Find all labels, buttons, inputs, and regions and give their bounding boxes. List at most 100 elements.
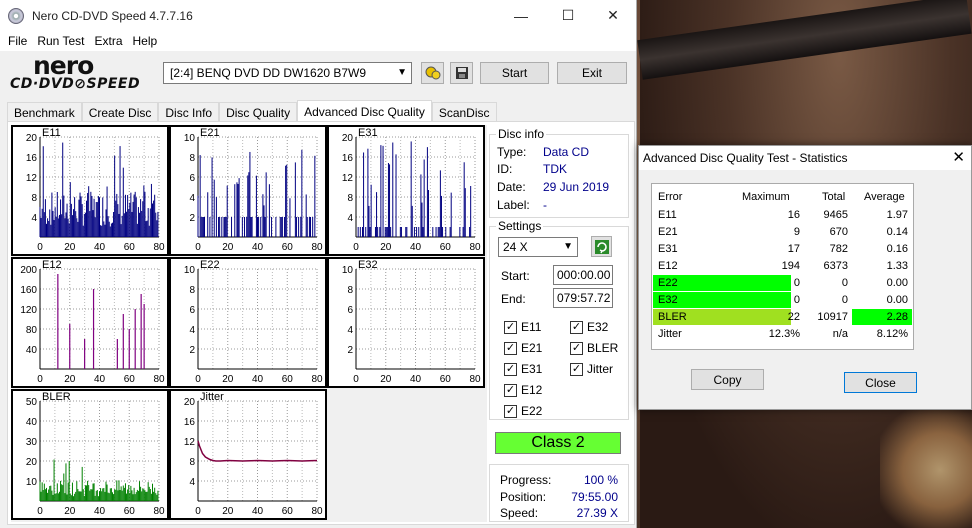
y-tick-label: 6 [347,305,353,316]
y-tick-label: 50 [26,397,38,408]
stats-row: E21 9 670 0.14 [652,224,914,241]
tab-benchmark[interactable]: Benchmark [7,102,82,122]
y-tick-label: 20 [184,397,196,408]
stats-cell-total: n/a [832,328,848,340]
disc-info-group: Disc info Type: Data CD ID: TDK Date: 29… [489,127,629,218]
minimize-button[interactable]: — [498,0,544,31]
position-label: Position: [500,490,547,504]
menu-file[interactable]: File [3,34,32,48]
dialog-close-button[interactable]: Close [844,372,917,393]
checkbox-checked-icon: ✓ [504,362,517,376]
start-button[interactable]: Start [480,62,549,84]
refresh-icon [594,239,609,254]
plot-title: BLER [42,391,71,403]
x-tick-label: 80 [469,242,481,253]
plot-bler: 0 20 40 60 80 10 20 30 40 50 BLER [11,389,169,520]
x-tick-label: 20 [64,242,76,253]
check-e32[interactable]: ✓ E32 [570,320,608,334]
stats-cell-error: BLER [658,311,687,323]
check-e12-label: E12 [521,383,543,397]
tab-disc-info[interactable]: Disc Info [158,102,220,122]
refresh-speed-button[interactable] [591,236,612,257]
menu-extra[interactable]: Extra [89,34,127,48]
menu-run-test[interactable]: Run Test [32,34,89,48]
checkbox-checked-icon: ✓ [570,341,583,355]
check-e22[interactable]: ✓ E22 [504,404,542,418]
stats-cell-maximum: 0 [793,294,800,306]
check-bler-label: BLER [587,341,619,355]
menu-bar: File Run Test Extra Help [0,31,636,51]
dialog-close-icon[interactable]: ✕ [952,148,965,166]
main-window: Nero CD-DVD Speed 4.7.7.16 — ☐ ✕ File Ru… [0,0,637,528]
eject-button[interactable] [421,62,444,84]
maximize-button[interactable]: ☐ [545,0,591,31]
dialog-title-bar[interactable]: Advanced Disc Quality Test - Statistics … [639,146,971,170]
speed-value: 27.39 X [576,506,618,520]
stats-cell-error: Jitter [658,328,682,340]
close-window-button[interactable]: ✕ [590,0,636,31]
plot-title: E12 [42,259,62,271]
stats-row: Jitter 12.3% n/a 8.12% [652,326,914,343]
y-tick-label: 20 [342,133,354,144]
check-e12[interactable]: ✓ E12 [504,383,542,397]
y-tick-label: 12 [184,437,196,448]
plot-e31: 0 20 40 60 80 4 8 12 16 20 E31 [327,125,485,256]
stats-cell-total: 0 [841,277,848,289]
header-average: Average [864,191,905,203]
date-value: 29 Jun 2019 [543,180,610,194]
tab-disc-quality[interactable]: Disc Quality [219,102,298,122]
y-tick-label: 10 [26,477,38,488]
y-tick-label: 4 [189,325,195,336]
stats-cell-maximum: 0 [793,277,800,289]
stats-row: E11 16 9465 1.97 [652,207,914,224]
y-tick-label: 40 [26,345,38,356]
check-e31[interactable]: ✓ E31 [504,362,542,376]
checkbox-checked-icon: ✓ [570,362,583,376]
type-value: Data CD [543,145,590,159]
stats-row: E22 0 0 0.00 [652,275,914,292]
y-tick-label: 12 [26,173,38,184]
x-tick-label: 80 [311,242,323,253]
exit-button[interactable]: Exit [557,62,627,84]
x-tick-label: 80 [153,374,165,385]
y-tick-label: 30 [26,437,38,448]
check-e11[interactable]: ✓ E11 [504,320,541,334]
tab-advanced-disc-quality[interactable]: Advanced Disc Quality [297,100,432,122]
copy-button[interactable]: Copy [691,369,764,390]
disc-info-title: Disc info [496,127,547,141]
class-badge: Class 2 [495,432,621,454]
tab-create-disc[interactable]: Create Disc [81,102,159,122]
title-bar[interactable]: Nero CD-DVD Speed 4.7.7.16 — ☐ ✕ [0,0,636,31]
x-tick-label: 20 [64,506,76,517]
x-tick-label: 60 [440,374,452,385]
menu-help[interactable]: Help [128,34,163,48]
stats-cell-total: 782 [829,243,848,255]
stats-cell-average: 0.14 [886,226,908,238]
speed-select[interactable]: 24 X ▼ [498,237,578,257]
end-field[interactable]: 079:57.72 [553,288,613,308]
checkbox-checked-icon: ✓ [570,320,583,334]
settings-group: Settings 24 X ▼ Start: 000:00.00 End: 07… [489,219,629,420]
y-tick-label: 2 [347,345,353,356]
header-maximum: Maximum [742,191,790,203]
x-tick-label: 20 [222,374,234,385]
window-title: Nero CD-DVD Speed 4.7.7.16 [32,8,193,23]
x-tick-label: 60 [282,242,294,253]
end-label: End: [501,292,526,306]
save-button[interactable] [450,62,473,84]
stats-cell-average: 2.28 [886,311,908,323]
id-value: TDK [543,162,567,176]
tab-scandisc[interactable]: ScanDisc [431,102,497,122]
id-label: ID: [497,162,513,176]
check-e21[interactable]: ✓ E21 [504,341,542,355]
desktop-wallpaper-glow [880,400,972,528]
progress-value: 100 % [583,473,618,487]
start-field[interactable]: 000:00.00 [553,265,613,285]
stats-cell-maximum: 16 [787,209,800,221]
check-bler[interactable]: ✓ BLER [570,341,618,355]
header-error: Error [658,191,683,203]
y-tick-label: 160 [20,285,37,296]
stats-cell-error: E12 [658,260,678,272]
drive-select[interactable]: [2:4] BENQ DVD DD DW1620 B7W9 ▼ [163,62,412,84]
check-jitter[interactable]: ✓ Jitter [570,362,613,376]
